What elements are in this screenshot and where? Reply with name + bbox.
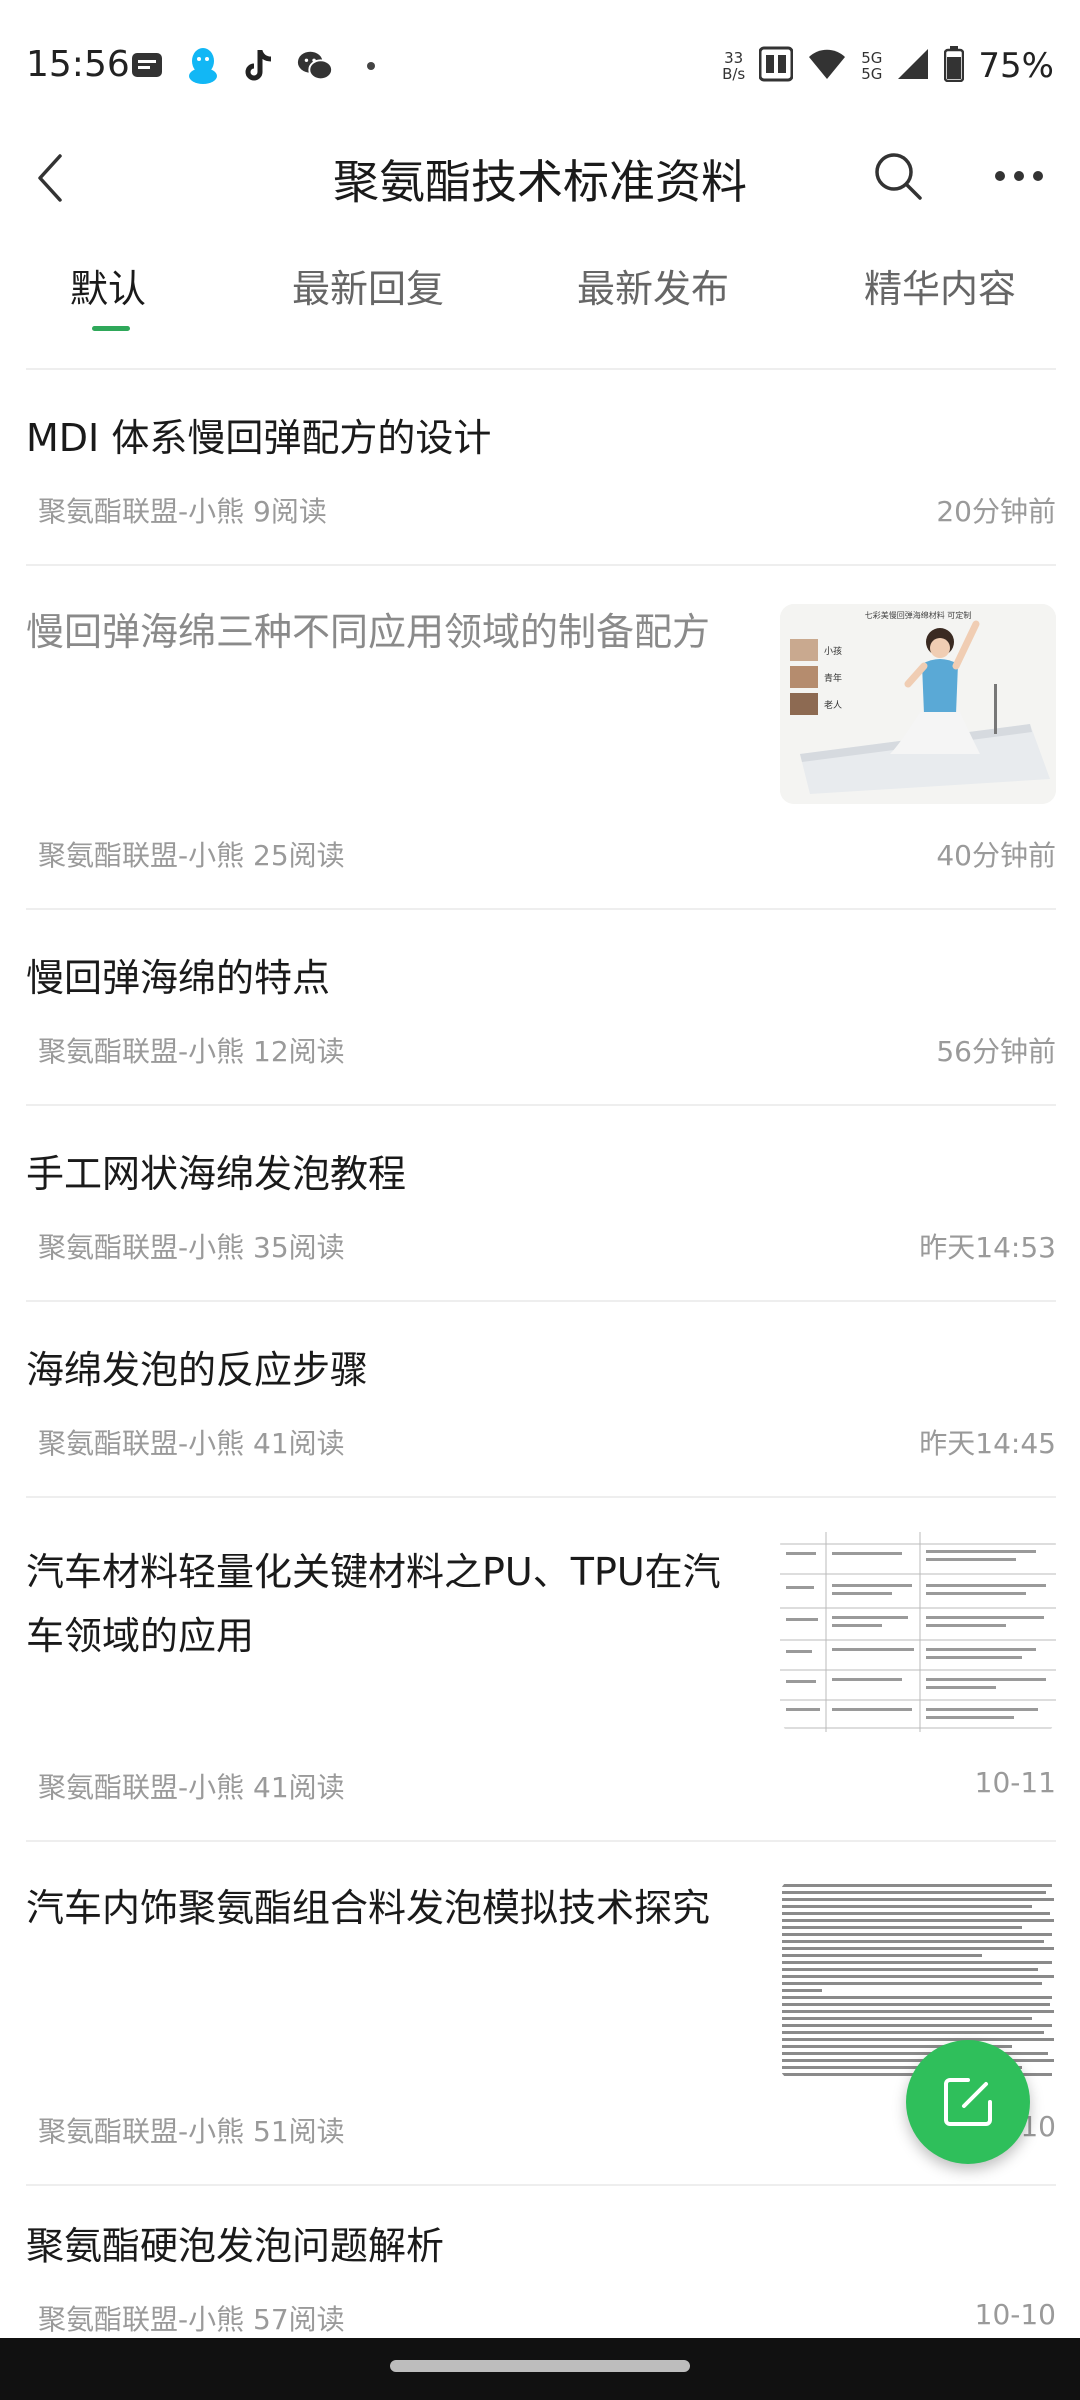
post-time: 昨天14:45: [919, 1427, 1056, 1460]
thumb-label-child: 小孩: [824, 645, 842, 657]
battery-icon: [944, 46, 965, 86]
more-horizontal-icon: [995, 171, 1043, 181]
post-item[interactable]: MDI 体系慢回弹配方的设计 聚氨酯联盟-小熊 9阅读 20分钟前: [26, 370, 1056, 566]
more-button[interactable]: [984, 144, 1054, 208]
post-title-line-1: 汽车材料轻量化关键材料之PU、TPU在汽: [26, 1550, 721, 1594]
post-item[interactable]: 汽车内饰聚氨酯组合料发泡模拟技术探究 聚氨酯联盟-小熊 51阅读 10: [26, 1842, 1056, 2186]
post-item[interactable]: 手工网状海绵发泡教程 聚氨酯联盟-小熊 35阅读 昨天14:53: [26, 1106, 1056, 1302]
post-item[interactable]: 慢回弹海绵三种不同应用领域的制备配方 七彩美慢回弹海绵材料 可定制 小孩 青年 …: [26, 566, 1056, 910]
post-item[interactable]: 慢回弹海绵的特点 聚氨酯联盟-小熊 12阅读 56分钟前: [26, 910, 1056, 1106]
status-indicators: 33 B/s 5G 5G 75%: [722, 44, 1054, 88]
wifi-icon: [807, 47, 847, 85]
message-icon: [128, 47, 166, 85]
post-time: 10-10: [974, 2298, 1056, 2331]
post-time: 20分钟前: [936, 495, 1056, 528]
signal-label-1: 5G: [861, 49, 883, 67]
home-gesture-handle[interactable]: [390, 2360, 690, 2372]
compose-button[interactable]: [906, 2040, 1030, 2164]
post-thumbnail: 七彩美慢回弹海绵材料 可定制 小孩 青年 老人: [780, 604, 1056, 804]
active-tab-indicator: [92, 326, 130, 331]
signal-label-2: 5G: [861, 65, 883, 83]
table-document: [780, 1532, 1056, 1732]
net-speed-unit: B/s: [722, 65, 746, 83]
post-meta: 聚氨酯联盟-小熊 25阅读: [38, 839, 345, 872]
hd-icon: [758, 46, 794, 86]
wechat-icon: [296, 47, 334, 85]
net-speed-value: 33: [724, 49, 744, 67]
post-time: 10-11: [974, 1766, 1056, 1799]
post-title: 慢回弹海绵三种不同应用领域的制备配方: [26, 610, 711, 654]
signal-5g: 5G 5G: [861, 50, 882, 82]
tab-latest-reply[interactable]: 最新回复: [292, 258, 444, 328]
post-title: 慢回弹海绵的特点: [26, 956, 331, 1000]
post-item[interactable]: 聚氨酯硬泡发泡问题解析 聚氨酯联盟-小熊 57阅读 10-10: [26, 2186, 1056, 2338]
thumb-label-elder: 老人: [824, 699, 842, 711]
status-app-icons: [128, 44, 390, 88]
mattress-photo: 七彩美慢回弹海绵材料 可定制 小孩 青年 老人: [780, 604, 1056, 804]
search-icon: [875, 153, 922, 200]
text-document: [780, 1880, 1056, 2080]
thumb-label-youth: 青年: [824, 672, 842, 684]
post-time: 40分钟前: [936, 839, 1056, 872]
post-meta: 聚氨酯联盟-小熊 12阅读: [38, 1035, 345, 1068]
post-thumbnail: [780, 1880, 1056, 2080]
post-title: 汽车内饰聚氨酯组合料发泡模拟技术探究: [26, 1886, 711, 1930]
post-thumbnail: [780, 1532, 1056, 1732]
compose-icon: [944, 2078, 992, 2126]
cell-signal-icon: [896, 47, 930, 85]
status-time: 15:56: [26, 44, 130, 85]
battery-percent: 75%: [978, 46, 1054, 86]
post-meta: 聚氨酯联盟-小熊 9阅读: [38, 495, 327, 528]
post-item[interactable]: 汽车材料轻量化关键材料之PU、TPU在汽 车领域的应用 聚氨酯联盟-小熊 41阅…: [26, 1498, 1056, 1842]
tab-default[interactable]: 默认: [70, 258, 146, 328]
post-meta: 聚氨酯联盟-小熊 41阅读: [38, 1771, 345, 1804]
post-title: 聚氨酯硬泡发泡问题解析: [26, 2224, 445, 2268]
top-app-bar: 聚氨酯技术标准资料: [0, 130, 1080, 230]
post-meta: 聚氨酯联盟-小熊 41阅读: [38, 1427, 345, 1460]
status-bar: 15:56 33 B/s 5G 5G 75%: [0, 0, 1080, 130]
tiktok-icon: [240, 47, 278, 85]
post-time: 昨天14:53: [919, 1231, 1056, 1264]
tab-latest-post[interactable]: 最新发布: [577, 258, 729, 328]
net-speed: 33 B/s: [722, 50, 745, 82]
post-time: 56分钟前: [936, 1035, 1056, 1068]
post-meta: 聚氨酯联盟-小熊 57阅读: [38, 2303, 345, 2336]
qq-icon: [184, 47, 222, 85]
post-meta: 聚氨酯联盟-小熊 51阅读: [38, 2115, 345, 2148]
post-title: MDI 体系慢回弹配方的设计: [26, 416, 492, 460]
post-title-line-2: 车领域的应用: [26, 1614, 255, 1658]
dot-icon: [352, 47, 390, 85]
tab-bar: 默认 最新回复 最新发布 精华内容: [0, 240, 1080, 340]
system-nav-bar: [0, 2338, 1080, 2400]
thumb-caption: 七彩美慢回弹海绵材料 可定制: [865, 610, 972, 620]
post-title: 海绵发泡的反应步骤: [26, 1348, 369, 1392]
post-title: 手工网状海绵发泡教程: [26, 1152, 407, 1196]
tab-featured[interactable]: 精华内容: [864, 258, 1016, 328]
search-button[interactable]: [866, 144, 930, 208]
post-meta: 聚氨酯联盟-小熊 35阅读: [38, 1231, 345, 1264]
post-item[interactable]: 海绵发泡的反应步骤 聚氨酯联盟-小熊 41阅读 昨天14:45: [26, 1302, 1056, 1498]
